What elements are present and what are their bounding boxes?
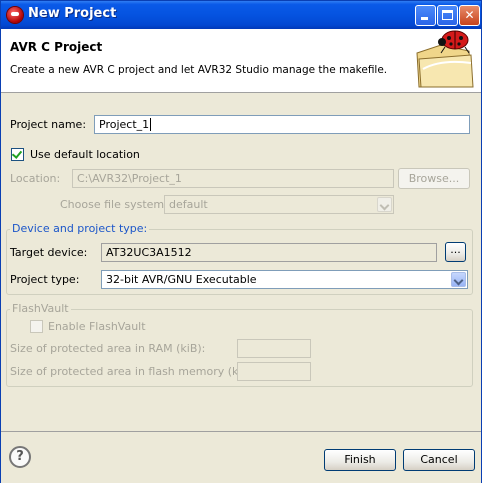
maximize-icon (442, 10, 453, 20)
finish-button[interactable]: Finish (324, 449, 396, 471)
use-default-location-checkbox[interactable] (11, 148, 24, 161)
device-group-legend: Device and project type: (10, 222, 150, 235)
enable-flashvault-checkbox[interactable] (30, 320, 43, 333)
file-system-select[interactable]: default (164, 195, 394, 214)
minimize-button[interactable] (415, 5, 436, 26)
page-description: Create a new AVR C project and let AVR32… (10, 64, 388, 76)
page-title: AVR C Project (10, 40, 103, 54)
window-title: New Project (28, 6, 117, 21)
new-project-dialog: New Project ✕ AVR C Project Create a new… (0, 0, 482, 483)
avr-app-icon (7, 7, 23, 23)
location-input[interactable]: C:\AVR32\Project_1 (72, 169, 394, 188)
checkmark-icon (11, 148, 23, 159)
ram-size-input[interactable] (237, 339, 311, 358)
location-label: Location: (10, 172, 61, 185)
project-name-label: Project name: (10, 118, 87, 131)
flash-size-input[interactable] (237, 362, 311, 381)
project-name-input[interactable]: Project_1 (94, 115, 470, 134)
project-type-label: Project type: (10, 273, 80, 286)
target-device-field: AT32UC3A1512 (101, 243, 437, 262)
chevron-down-icon (377, 197, 392, 212)
enable-flashvault-label[interactable]: Enable FlashVault (48, 320, 146, 333)
title-bar[interactable]: New Project ✕ (1, 1, 481, 29)
cancel-button[interactable]: Cancel (403, 449, 475, 471)
file-system-value: default (169, 198, 208, 211)
ram-size-label: Size of protected area in RAM (kiB): (10, 342, 206, 355)
flash-size-label: Size of protected area in flash memory (… (10, 365, 257, 378)
close-button[interactable]: ✕ (459, 5, 480, 26)
folder-ladybug-icon (416, 30, 474, 88)
browse-button[interactable]: Browse... (398, 168, 470, 189)
target-device-label: Target device: (10, 246, 88, 259)
project-name-value: Project_1 (99, 118, 150, 131)
wizard-header: AVR C Project Create a new AVR C project… (1, 29, 481, 93)
location-value: C:\AVR32\Project_1 (77, 172, 182, 185)
file-system-label: Choose file system: (60, 198, 168, 211)
project-type-select[interactable]: 32-bit AVR/GNU Executable (101, 270, 468, 289)
close-icon: ✕ (464, 8, 475, 22)
wizard-body: Project name: Project_1 Use default loca… (1, 93, 481, 425)
dialog-footer: ? Finish Cancel (1, 431, 481, 483)
use-default-location-label[interactable]: Use default location (30, 148, 140, 161)
maximize-button[interactable] (437, 5, 458, 26)
select-device-button[interactable]: ... (445, 242, 466, 262)
chevron-down-icon[interactable] (451, 272, 466, 287)
target-device-value: AT32UC3A1512 (106, 246, 192, 259)
minimize-icon (421, 17, 428, 20)
project-type-value: 32-bit AVR/GNU Executable (106, 273, 257, 286)
help-icon[interactable]: ? (9, 446, 31, 468)
flashvault-legend: FlashVault (10, 302, 71, 315)
